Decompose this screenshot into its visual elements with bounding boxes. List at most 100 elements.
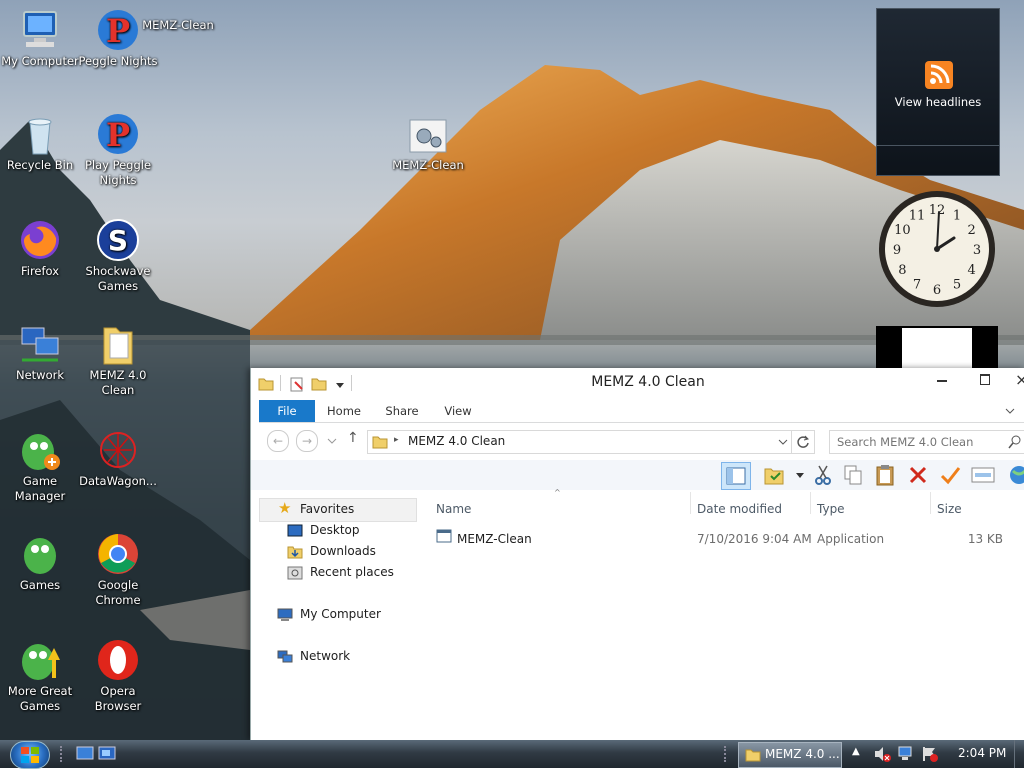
sort-indicator-icon: ^ (554, 488, 561, 497)
desktop-icon-games[interactable]: Games (0, 532, 80, 593)
maximize-button[interactable] (980, 374, 990, 385)
breadcrumb-chevron-icon: ▸ (394, 435, 399, 445)
favorites-star-icon: ★ (278, 499, 292, 517)
column-header-date-modified[interactable]: Date modified (697, 502, 782, 516)
column-header-size[interactable]: Size (937, 502, 962, 516)
desktop-icon-datawagon[interactable]: DataWagon... (78, 428, 158, 489)
clock-numeral: 6 (933, 283, 941, 298)
window-titlebar[interactable]: MEMZ 4.0 Clean × (251, 368, 1024, 398)
volume-muted-icon[interactable] (873, 745, 891, 763)
switch-windows-icon[interactable] (98, 746, 116, 762)
desktop-icon-more-great-games[interactable]: More Great Games (0, 638, 80, 714)
slideshow-gadget[interactable] (876, 326, 998, 368)
ribbon-tabs: File Home Share View (259, 400, 1024, 423)
preview-pane-button[interactable] (721, 462, 751, 490)
toolbar-dropdown-icon[interactable] (795, 470, 805, 480)
desktop-icon-memz-folder[interactable]: MEMZ 4.0 Clean (78, 322, 158, 398)
desktop-icon-label: Google Chrome (95, 578, 141, 607)
desktop-icon-google-chrome[interactable]: Google Chrome (78, 532, 158, 608)
desktop-icon-memz-clean-top[interactable]: MEMZ-Clean (138, 18, 218, 33)
rename-check-icon[interactable] (939, 464, 961, 486)
cut-icon[interactable] (813, 464, 833, 486)
column-header-name[interactable]: Name (436, 502, 471, 516)
desktop-icon-opera-browser[interactable]: Opera Browser (78, 638, 158, 714)
address-bar[interactable]: ▸ MEMZ 4.0 Clean (367, 430, 793, 454)
folder-icon (372, 436, 388, 449)
address-dropdown-icon[interactable] (778, 437, 788, 447)
copy-icon[interactable] (843, 464, 863, 486)
game-manager-icon (22, 434, 60, 470)
network-status-icon[interactable] (897, 745, 915, 763)
memz-gear-icon (409, 119, 447, 153)
desktop-icon-firefox[interactable]: Firefox (0, 218, 80, 279)
tab-share[interactable]: Share (381, 400, 423, 422)
tab-home[interactable]: Home (323, 400, 365, 422)
clock-numeral: 10 (894, 223, 911, 238)
desktop-icon-label: Recycle Bin (6, 158, 74, 172)
delete-icon[interactable] (907, 464, 929, 486)
desktop-icon (287, 524, 303, 537)
refresh-button[interactable] (791, 430, 815, 454)
taskbar-clock[interactable]: 2:04 PM (958, 746, 1006, 760)
column-divider[interactable] (930, 492, 931, 514)
feed-label: View headlines (894, 95, 982, 109)
close-button[interactable]: × (1015, 370, 1024, 389)
file-date-modified: 7/10/2016 9:04 AM (697, 532, 812, 546)
paste-icon[interactable] (875, 464, 897, 486)
column-divider[interactable] (690, 492, 691, 514)
explorer-window[interactable]: MEMZ 4.0 Clean × File Home Share View ← … (250, 368, 1024, 740)
desktop-icon-label: MEMZ-Clean (142, 18, 214, 32)
desktop-icon-memz-clean[interactable]: MEMZ-Clean (388, 118, 468, 173)
start-button[interactable] (10, 741, 50, 769)
show-desktop-icon[interactable] (76, 746, 94, 762)
desktop-icon-recycle-bin[interactable]: Recycle Bin (0, 112, 80, 173)
clock-numeral: 4 (967, 263, 975, 278)
window-title: MEMZ 4.0 Clean (591, 374, 705, 390)
taskbar-grip[interactable] (60, 746, 68, 762)
taskbar-grip[interactable] (724, 746, 732, 762)
command-toolbar (251, 460, 1024, 490)
search-input[interactable] (830, 431, 1009, 453)
column-divider[interactable] (810, 492, 811, 514)
up-button[interactable]: ↑ (347, 430, 359, 446)
desktop-icon-label: Shockwave Games (85, 264, 151, 293)
feed-headlines-gadget[interactable]: View headlines (876, 8, 1000, 176)
desktop-icon-play-peggle-nights[interactable]: P Play Peggle Nights (78, 112, 158, 188)
back-button[interactable]: ← (267, 430, 289, 452)
desktop-icon-game-manager[interactable]: Game Manager (0, 428, 80, 504)
minimize-button[interactable] (937, 380, 947, 382)
desktop-icon-network[interactable]: Network (0, 322, 80, 383)
svg-text:P: P (106, 116, 130, 154)
search-box[interactable] (829, 430, 1024, 454)
forward-button[interactable]: → (296, 430, 318, 452)
windows-logo-icon (21, 747, 39, 763)
desktop-icon-shockwave-games[interactable]: S Shockwave Games (78, 218, 158, 294)
show-desktop-button[interactable] (1014, 740, 1024, 768)
rss-icon (925, 61, 953, 89)
globe-icon[interactable] (1009, 465, 1024, 485)
nav-favorites-row[interactable]: ★ Favorites (259, 498, 417, 522)
file-name[interactable]: MEMZ-Clean (457, 532, 532, 546)
refresh-icon (797, 435, 809, 448)
select-folder-icon[interactable] (763, 464, 785, 486)
nav-item-label: Downloads (310, 544, 376, 558)
desktop-icon-label: MEMZ 4.0 Clean (89, 368, 147, 397)
properties-toolbar-icon[interactable] (971, 464, 995, 486)
application-icon (436, 529, 452, 543)
nav-item-label: Desktop (310, 523, 360, 537)
ribbon-expand-icon[interactable] (1005, 406, 1015, 416)
tab-view[interactable]: View (437, 400, 479, 422)
desktop-icon-my-computer[interactable]: My Computer (0, 8, 80, 69)
show-hidden-icons-icon[interactable]: ▲ (852, 746, 860, 757)
taskbar-button-explorer[interactable]: MEMZ 4.0 ... (738, 742, 842, 768)
tab-file[interactable]: File (259, 400, 315, 422)
column-header-type[interactable]: Type (817, 502, 845, 516)
clock-numeral: 11 (909, 208, 926, 223)
folder-icon (745, 749, 761, 762)
action-center-icon[interactable] (921, 745, 939, 763)
clock-gadget[interactable]: 12 1 2 3 4 5 6 7 8 9 10 11 (876, 188, 998, 310)
more-games-icon (22, 644, 60, 680)
breadcrumb-path[interactable]: MEMZ 4.0 Clean (408, 434, 505, 448)
games-icon (24, 538, 56, 574)
recent-locations-icon[interactable] (327, 436, 337, 446)
